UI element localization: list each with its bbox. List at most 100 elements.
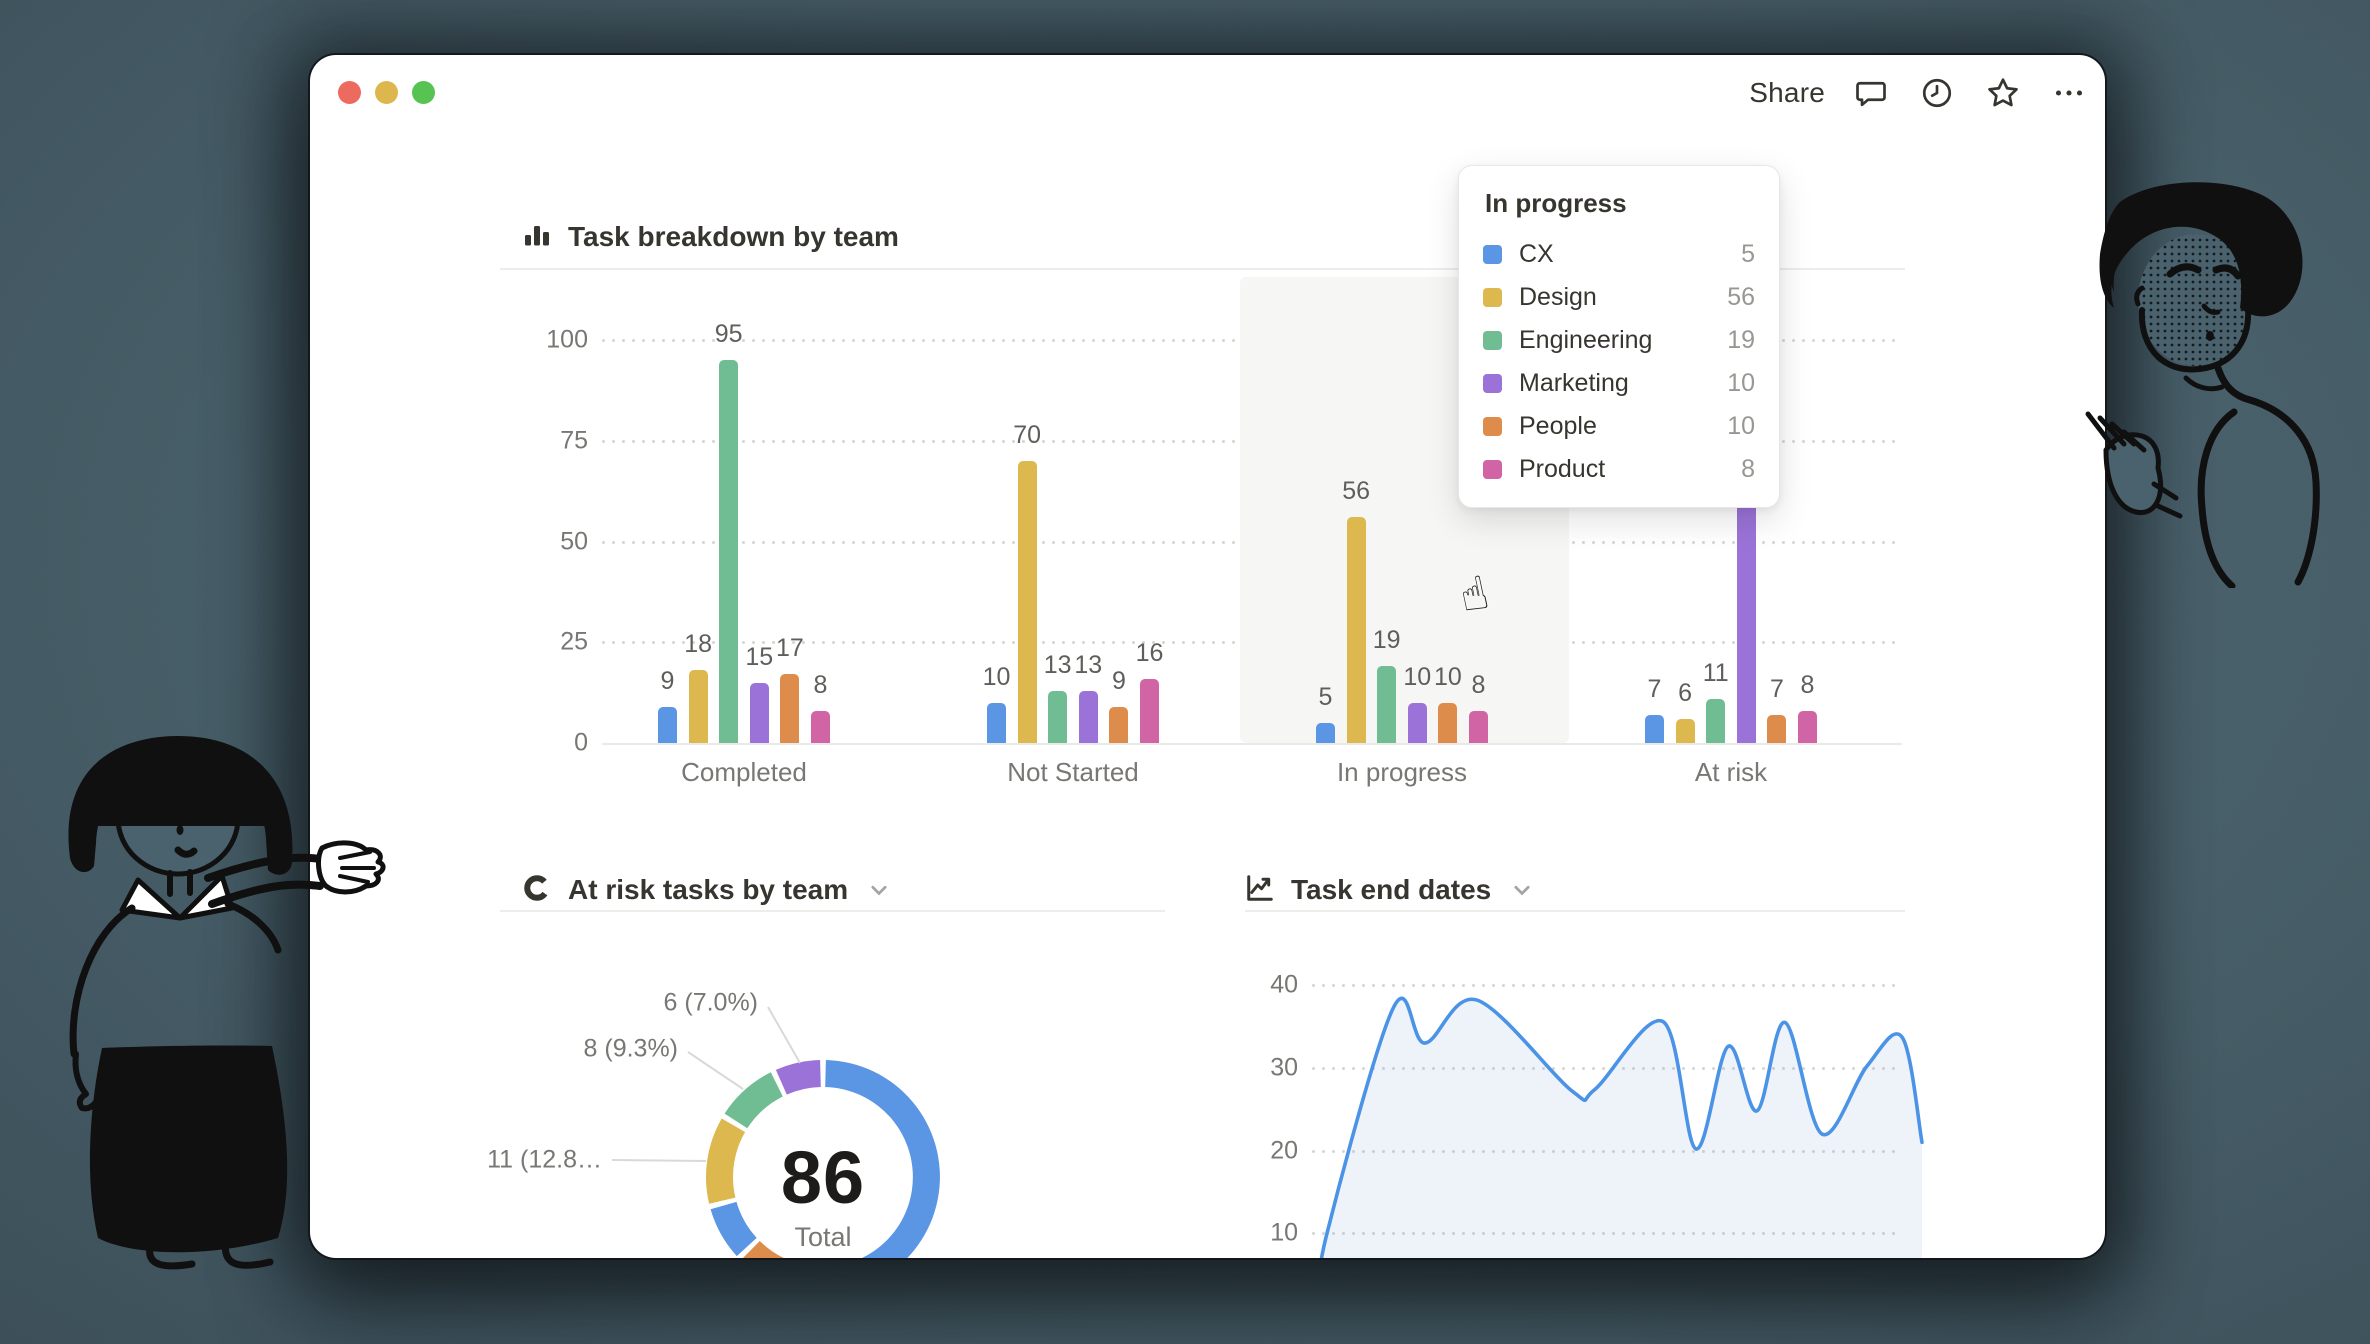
y-axis-tick: 100 bbox=[518, 326, 588, 355]
y-axis-tick: 50 bbox=[518, 527, 588, 556]
tooltip-team-label: Product bbox=[1519, 455, 1724, 484]
tooltip-row: Engineering 19 bbox=[1483, 319, 1755, 362]
bar-value-label: 11 bbox=[1684, 659, 1748, 688]
y-axis-tick: 20 bbox=[1228, 1136, 1298, 1165]
bar-value-label: 56 bbox=[1324, 477, 1388, 506]
donut-total-label: Total bbox=[723, 1222, 923, 1253]
bar-people-2[interactable] bbox=[1438, 703, 1457, 743]
bar-product-2[interactable] bbox=[1469, 711, 1488, 743]
tooltip-team-value: 56 bbox=[1727, 283, 1755, 312]
bar-design-1[interactable] bbox=[1018, 461, 1037, 743]
traffic-lights bbox=[338, 81, 435, 104]
bar-cx-2[interactable] bbox=[1316, 723, 1335, 743]
legend-chip bbox=[1483, 417, 1502, 436]
minimize-window-button[interactable] bbox=[375, 81, 398, 104]
line-chart-title: Task end dates bbox=[1291, 874, 1491, 906]
x-axis-category: Completed bbox=[634, 757, 854, 788]
bar-marketing-3[interactable] bbox=[1737, 501, 1756, 743]
clock-icon[interactable] bbox=[1917, 73, 1957, 113]
donut-slice-label: 6 (7.0%) bbox=[572, 989, 758, 1018]
tooltip-team-label: Design bbox=[1519, 283, 1710, 312]
bar-value-label: 18 bbox=[666, 630, 730, 659]
line-chart-icon bbox=[1245, 873, 1275, 908]
bar-cx-0[interactable] bbox=[658, 707, 677, 743]
bar-value-label: 19 bbox=[1355, 626, 1419, 655]
bar-people-1[interactable] bbox=[1109, 707, 1128, 743]
desktop-background: Share bbox=[0, 0, 2370, 1344]
x-axis-category: In progress bbox=[1292, 757, 1512, 788]
chevron-down-icon[interactable] bbox=[868, 879, 890, 906]
donut-slice bbox=[725, 1072, 783, 1128]
bar-product-0[interactable] bbox=[811, 711, 830, 743]
bar-value-label: 8 bbox=[1776, 671, 1840, 700]
y-axis-tick: 0 bbox=[518, 729, 588, 758]
tooltip-team-value: 19 bbox=[1727, 326, 1755, 355]
chevron-down-icon[interactable] bbox=[1511, 879, 1533, 906]
bar-value-label: 9 bbox=[1087, 667, 1151, 696]
zoom-window-button[interactable] bbox=[412, 81, 435, 104]
bar-chart-header: Task breakdown by team bbox=[522, 215, 899, 259]
tooltip-team-label: People bbox=[1519, 412, 1710, 441]
bar-value-label: 5 bbox=[1294, 683, 1358, 712]
divider bbox=[500, 910, 1165, 912]
window-actions: Share bbox=[1749, 69, 2089, 117]
legend-chip bbox=[1483, 245, 1502, 264]
bar-cx-3[interactable] bbox=[1645, 715, 1664, 743]
bar-value-label: 17 bbox=[758, 634, 822, 663]
line-series bbox=[1318, 998, 1922, 1258]
legend-chip bbox=[1483, 374, 1502, 393]
y-axis-tick: 25 bbox=[518, 628, 588, 657]
more-icon[interactable] bbox=[2049, 73, 2089, 113]
donut-total-value: 86 bbox=[723, 1135, 923, 1220]
bar-value-label: 8 bbox=[789, 671, 853, 700]
donut-center-total: 86 Total bbox=[723, 1135, 923, 1253]
tooltip-team-label: Marketing bbox=[1519, 369, 1710, 398]
tooltip-team-value: 10 bbox=[1727, 412, 1755, 441]
bar-marketing-2[interactable] bbox=[1408, 703, 1427, 743]
tooltip-team-value: 5 bbox=[1741, 240, 1755, 269]
tooltip-row: Product 8 bbox=[1483, 448, 1755, 491]
bar-value-label: 10 bbox=[965, 663, 1029, 692]
bar-marketing-0[interactable] bbox=[750, 683, 769, 743]
app-window: Share bbox=[310, 55, 2105, 1258]
tooltip-team-value: 8 bbox=[1741, 455, 1755, 484]
bar-design-3[interactable] bbox=[1676, 719, 1695, 743]
y-axis-tick: 40 bbox=[1228, 971, 1298, 1000]
donut-chart-header: At risk tasks by team bbox=[522, 868, 890, 912]
y-axis-tick: 10 bbox=[1228, 1219, 1298, 1248]
bar-value-label: 16 bbox=[1118, 639, 1182, 668]
line-area-fill bbox=[1318, 998, 1922, 1258]
tooltip-team-label: Engineering bbox=[1519, 326, 1710, 355]
x-axis-category: At risk bbox=[1621, 757, 1841, 788]
share-button[interactable]: Share bbox=[1749, 77, 1825, 109]
chart-tooltip: In progress CX 5 Design 56 Engineering 1… bbox=[1458, 165, 1780, 508]
bar-value-label: 95 bbox=[697, 320, 761, 349]
donut-slice-label: 8 (9.3%) bbox=[492, 1035, 678, 1064]
donut-chart-title: At risk tasks by team bbox=[568, 874, 848, 906]
legend-chip bbox=[1483, 460, 1502, 479]
bar-cx-1[interactable] bbox=[987, 703, 1006, 743]
bar-engineering-1[interactable] bbox=[1048, 691, 1067, 743]
tooltip-row: People 10 bbox=[1483, 405, 1755, 448]
comment-icon[interactable] bbox=[1851, 73, 1891, 113]
bar-people-3[interactable] bbox=[1767, 715, 1786, 743]
bar-product-3[interactable] bbox=[1798, 711, 1817, 743]
tooltip-team-value: 10 bbox=[1727, 369, 1755, 398]
bar-value-label: 8 bbox=[1447, 671, 1511, 700]
close-window-button[interactable] bbox=[338, 81, 361, 104]
tooltip-team-label: CX bbox=[1519, 240, 1724, 269]
y-axis-tick: 30 bbox=[1228, 1053, 1298, 1082]
bar-engineering-0[interactable] bbox=[719, 360, 738, 743]
line-chart-header: Task end dates bbox=[1245, 868, 1533, 912]
bar-chart-icon bbox=[522, 220, 552, 255]
tooltip-row: CX 5 bbox=[1483, 233, 1755, 276]
tooltip-row: Design 56 bbox=[1483, 276, 1755, 319]
donut-chart-icon bbox=[522, 873, 552, 908]
donut-slice bbox=[776, 1060, 821, 1095]
bar-marketing-1[interactable] bbox=[1079, 691, 1098, 743]
divider bbox=[1245, 910, 1905, 912]
legend-chip bbox=[1483, 331, 1502, 350]
tooltip-row: Marketing 10 bbox=[1483, 362, 1755, 405]
x-axis-category: Not Started bbox=[963, 757, 1183, 788]
star-icon[interactable] bbox=[1983, 73, 2023, 113]
